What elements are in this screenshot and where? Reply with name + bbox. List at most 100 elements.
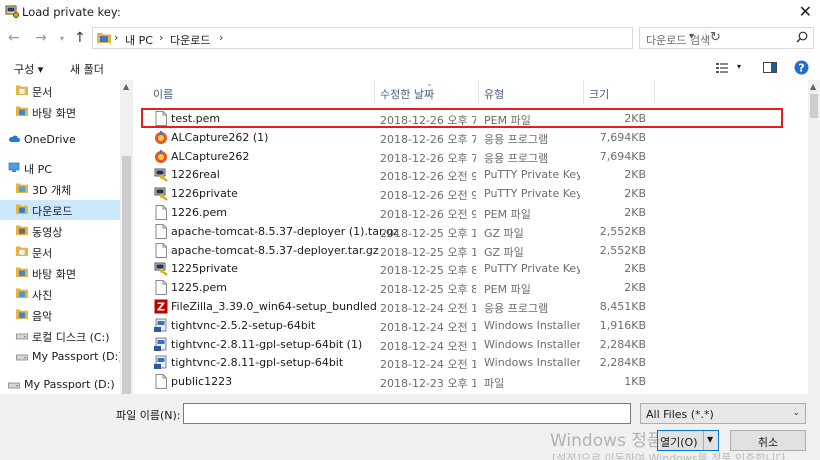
file-name: apache-tomcat-8.5.37-deployer (1).tar.gz bbox=[171, 224, 399, 238]
file-row[interactable]: 1226real 2018-12-26 오전 9... PuTTY Private … bbox=[138, 165, 808, 184]
column-header-row: 이름 ⌄ 수정한 날짜 유형 크기 bbox=[138, 80, 808, 104]
close-button[interactable]: ✕ bbox=[799, 2, 812, 21]
installer-icon bbox=[154, 337, 168, 352]
forward-arrow-icon[interactable]: → bbox=[35, 30, 47, 46]
filename-input[interactable] bbox=[183, 403, 631, 424]
nav-item[interactable]: My Passport (D:) bbox=[0, 375, 120, 394]
download-folder-icon bbox=[16, 203, 28, 215]
app-icon bbox=[154, 149, 168, 164]
installer-icon bbox=[154, 318, 168, 333]
help-icon[interactable]: ? bbox=[794, 60, 809, 75]
nav-item-label: 사진 bbox=[32, 289, 53, 302]
file-list: 이름 ⌄ 수정한 날짜 유형 크기 test.pem 2018-12-26 오후 … bbox=[138, 80, 820, 394]
nav-item[interactable]: My Passport (D:) bbox=[0, 347, 123, 367]
file-size: 1,916KB bbox=[599, 318, 646, 332]
breadcrumb-downloads[interactable]: 다운로드 bbox=[170, 32, 210, 48]
column-divider[interactable] bbox=[654, 80, 655, 104]
breadcrumb-my-pc[interactable]: 내 PC bbox=[125, 32, 153, 48]
nav-item[interactable]: 문서 bbox=[0, 242, 120, 262]
up-arrow-icon[interactable]: ↑ bbox=[74, 30, 86, 46]
file-type: 응용 프로그램 bbox=[484, 132, 549, 146]
cancel-button[interactable]: 취소 bbox=[730, 430, 806, 451]
file-date: 2018-12-26 오전 9... bbox=[380, 170, 476, 184]
file-type: Windows Installer... bbox=[484, 337, 580, 351]
open-options-split[interactable]: ▼ bbox=[703, 431, 718, 450]
file-date: 2018-12-25 오후 1... bbox=[380, 226, 476, 240]
nav-item[interactable]: 문서 bbox=[0, 81, 120, 101]
file-list-scrollbar[interactable]: ▲ bbox=[808, 80, 820, 394]
column-header-type[interactable]: 유형 bbox=[484, 86, 504, 102]
file-icon bbox=[154, 242, 168, 258]
view-options-icon[interactable] bbox=[716, 63, 730, 73]
file-date: 2018-12-26 오후 7... bbox=[380, 151, 476, 165]
file-row[interactable]: 1226.pem 2018-12-26 오전 9... PEM 파일 2KB bbox=[138, 203, 808, 222]
column-divider[interactable] bbox=[478, 80, 479, 104]
nav-item[interactable]: 다운로드 bbox=[0, 200, 120, 220]
file-row[interactable]: ALCapture262 2018-12-26 오후 7... 응용 프로그램 7,6… bbox=[138, 147, 808, 166]
nav-item[interactable]: 3D 개체 bbox=[0, 179, 120, 199]
file-row[interactable]: tightvnc-2.8.11-gpl-setup-64bit 2018-12-2… bbox=[138, 353, 808, 372]
nav-item[interactable]: OneDrive bbox=[0, 130, 120, 150]
file-date: 2018-12-26 오전 9... bbox=[380, 189, 476, 203]
file-row[interactable]: tightvnc-2.5.2-setup-64bit 2018-12-24 오전 … bbox=[138, 316, 808, 335]
file-icon bbox=[154, 374, 168, 390]
recent-locations-chevron-icon[interactable]: ▾ bbox=[60, 34, 64, 43]
view-options-chevron-icon[interactable]: ▾ bbox=[737, 62, 741, 71]
nav-item[interactable]: 음악 bbox=[0, 305, 120, 325]
new-folder-button[interactable]: 새 폴더 bbox=[70, 61, 104, 77]
preview-pane-icon[interactable] bbox=[763, 62, 777, 73]
chevron-down-icon[interactable]: ⌄ bbox=[792, 408, 800, 418]
nav-item[interactable]: 사진 bbox=[0, 284, 120, 304]
nav-scrollbar[interactable]: ▲ bbox=[120, 80, 133, 394]
nav-item[interactable]: 동영상 bbox=[0, 221, 120, 241]
file-name: 1225.pem bbox=[171, 281, 227, 295]
file-type: GZ 파일 bbox=[484, 245, 524, 259]
file-name: tightvnc-2.5.2-setup-64bit bbox=[171, 318, 316, 332]
search-placeholder: 다운로드 검색 bbox=[646, 34, 711, 47]
column-divider[interactable] bbox=[583, 80, 584, 104]
column-header-name[interactable]: 이름 bbox=[153, 86, 173, 102]
cloud-icon bbox=[8, 133, 20, 145]
cancel-button-label: 취소 bbox=[757, 436, 779, 449]
file-row[interactable]: tightvnc-2.8.11-gpl-setup-64bit (1) 2018-… bbox=[138, 335, 808, 354]
file-name: tightvnc-2.8.11-gpl-setup-64bit bbox=[171, 356, 344, 370]
open-button[interactable]: 열기(O) ▼ bbox=[657, 430, 719, 451]
nav-item[interactable]: 바탕 화면 bbox=[0, 102, 120, 122]
scroll-up-icon[interactable]: ▲ bbox=[123, 82, 129, 91]
file-row[interactable]: 1226private 2018-12-26 오전 9... PuTTY Priva… bbox=[138, 184, 808, 203]
file-size: 2,284KB bbox=[599, 356, 646, 370]
nav-item[interactable]: 로컬 디스크 (C:) bbox=[0, 326, 120, 346]
organize-button[interactable]: 구성 ▾ bbox=[14, 61, 43, 77]
column-header-size[interactable]: 크기 bbox=[589, 86, 609, 102]
nav-scrollbar-thumb[interactable] bbox=[122, 156, 131, 394]
file-name: ALCapture262 (1) bbox=[171, 130, 269, 144]
file-type: PuTTY Private Key... bbox=[484, 187, 580, 201]
nav-item[interactable]: 바탕 화면 bbox=[0, 263, 120, 283]
file-row[interactable]: apache-tomcat-8.5.37-deployer (1).tar.gz… bbox=[138, 222, 808, 241]
file-row[interactable]: apache-tomcat-8.5.37-deployer.tar.gz 2018… bbox=[138, 241, 808, 260]
file-row[interactable]: Z FileZilla_3.39.0_win64-setup_bundled 201… bbox=[138, 297, 808, 316]
scroll-up-icon[interactable]: ▲ bbox=[810, 82, 816, 91]
file-row[interactable]: public1223 2018-12-23 오후 1... 파일 1KB bbox=[138, 372, 808, 391]
file-row[interactable]: 1225.pem 2018-12-25 오후 8... PEM 파일 2KB bbox=[138, 278, 808, 297]
address-bar[interactable]: › 내 PC › 다운로드 › ▾ ↻ bbox=[92, 27, 721, 49]
column-header-date[interactable]: 수정한 날짜 bbox=[380, 86, 434, 102]
search-icon[interactable] bbox=[796, 31, 808, 43]
file-list-scrollbar-thumb[interactable] bbox=[810, 94, 818, 118]
computer-icon bbox=[8, 161, 20, 173]
search-input[interactable]: 다운로드 검색 bbox=[639, 27, 814, 49]
nav-item-label: 3D 개체 bbox=[32, 184, 72, 197]
file-type: PEM 파일 bbox=[484, 208, 531, 221]
file-size: 2,552KB bbox=[599, 243, 646, 257]
file-row[interactable]: ALCapture262 (1) 2018-12-26 오후 7... 응용 프로그… bbox=[138, 128, 808, 147]
back-arrow-icon[interactable]: ← bbox=[8, 30, 20, 46]
column-divider[interactable] bbox=[374, 80, 375, 104]
filetype-select[interactable]: All Files (*.*) ⌄ bbox=[640, 403, 806, 424]
cube-folder-icon bbox=[16, 182, 28, 194]
file-size: 8,451KB bbox=[599, 300, 646, 313]
file-row[interactable]: 1225private 2018-12-25 오후 8... PuTTY Priva… bbox=[138, 259, 808, 278]
nav-item-label: 바탕 화면 bbox=[32, 107, 76, 120]
navigation-pane: 문서 바탕 화면 OneDrive 내 PC 3D 개체 다운로드 동영상 문서 바탕 화면 사진… bbox=[0, 80, 133, 394]
folder-icon bbox=[97, 33, 111, 43]
nav-item[interactable]: 내 PC bbox=[0, 158, 120, 178]
